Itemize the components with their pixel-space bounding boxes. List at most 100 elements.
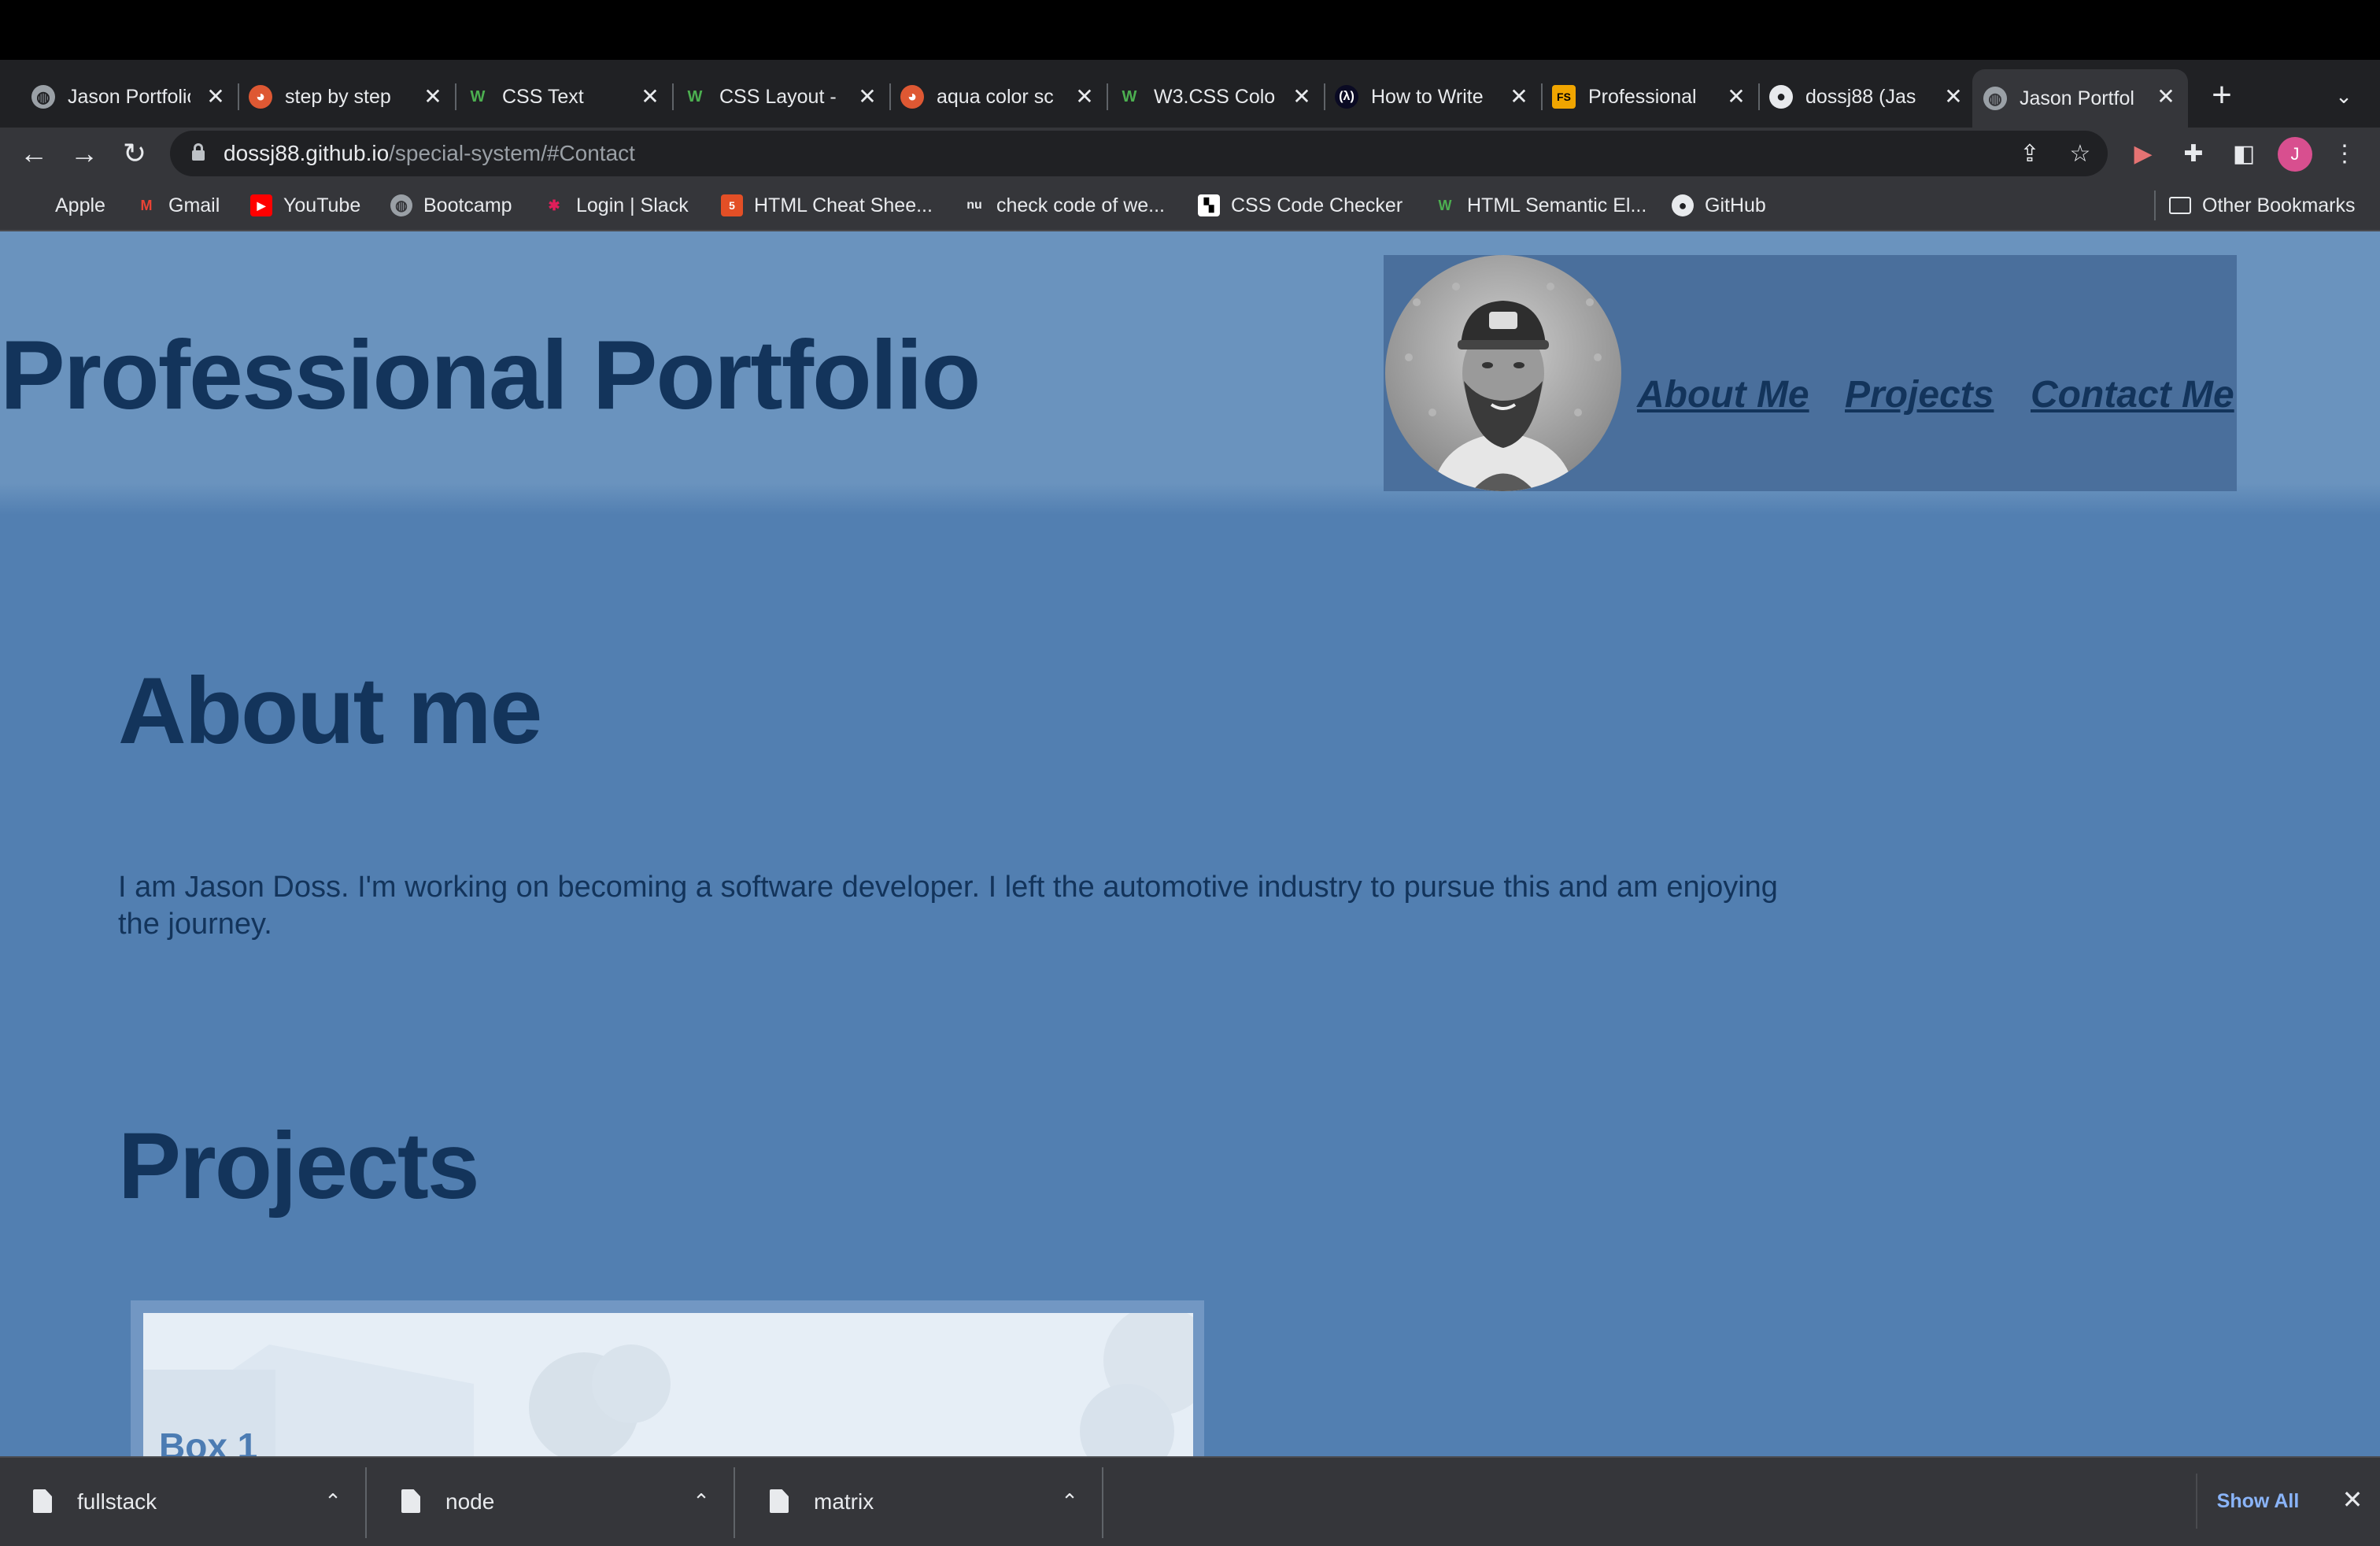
project-image: Box 1 <box>143 1313 1193 1456</box>
back-button[interactable]: ← <box>13 132 55 175</box>
w3schools-icon: W <box>687 87 703 105</box>
tab-4[interactable]: W CSS Layout - ✕ <box>672 69 891 124</box>
chevron-up-icon[interactable]: ⌃ <box>683 1483 719 1519</box>
download-item[interactable]: matrix ⌃ <box>737 1458 1103 1546</box>
project-card[interactable]: Box 1 <box>131 1300 1204 1456</box>
bookmark-apple[interactable]: Apple <box>22 179 105 231</box>
bookmark-label: CSS Code Checker <box>1231 194 1403 216</box>
apple-icon <box>22 194 44 216</box>
tab-title: CSS Text <box>502 85 584 108</box>
bookmark-check-code[interactable]: nu check code of we... <box>963 179 1165 231</box>
nav-projects-link[interactable]: Projects <box>1845 373 1994 416</box>
tab-10[interactable]: ◍ Jason Portfol ✕ <box>1972 69 2188 128</box>
site-nav: About Me Projects Contact Me <box>1384 255 2237 491</box>
url-text[interactable]: dossj88.github.io/special-system/#Contac… <box>224 141 635 166</box>
tab-strip: ◍ Jason Portfolio ✕ ◕ step by step ✕ W C… <box>0 60 2380 128</box>
close-icon[interactable]: ✕ <box>1939 82 1968 110</box>
close-icon[interactable]: ✕ <box>853 82 881 110</box>
side-panel-icon[interactable]: ◧ <box>2226 135 2262 172</box>
share-icon[interactable]: ⇪ <box>2013 137 2046 170</box>
lock-icon <box>192 143 205 161</box>
forward-button[interactable]: → <box>63 132 105 175</box>
window-top-bar <box>0 0 2380 60</box>
tab-5[interactable]: ◕ aqua color sc ✕ <box>889 69 1108 124</box>
profile-avatar[interactable]: J <box>2278 137 2312 172</box>
address-bar[interactable]: dossj88.github.io/special-system/#Contac… <box>170 131 2108 176</box>
bookmark-bootcamp[interactable]: ◍ Bootcamp <box>390 179 512 231</box>
url-host: dossj88.github.io <box>224 141 390 165</box>
tab-title: How to Write <box>1371 85 1484 108</box>
menu-kebab-icon[interactable]: ⋮ <box>2326 135 2363 172</box>
other-bookmarks[interactable]: Other Bookmarks <box>2169 179 2356 231</box>
file-icon <box>401 1489 420 1513</box>
profile-photo <box>1385 255 1621 491</box>
code-checker-icon: ▚ <box>1198 194 1220 216</box>
globe-icon: ◍ <box>31 85 55 109</box>
download-shelf: fullstack ⌃ node ⌃ matrix ⌃ Show All ✕ <box>0 1456 2380 1546</box>
bookmark-label: YouTube <box>283 194 361 216</box>
w3schools-icon: W <box>1438 197 1452 213</box>
project-box-label: Box 1 <box>159 1426 258 1456</box>
extensions-puzzle-icon[interactable]: ✚ <box>2175 135 2212 172</box>
folder-icon <box>2169 197 2191 214</box>
bookmark-youtube[interactable]: ▶ YouTube <box>250 179 360 231</box>
tab-title: Jason Portfol <box>2020 87 2134 109</box>
download-divider <box>1102 1467 1103 1538</box>
w3schools-icon: W <box>470 87 486 105</box>
download-item[interactable]: node ⌃ <box>368 1458 735 1546</box>
tab-8[interactable]: FS Professional ✕ <box>1541 69 1760 124</box>
site-header: Professional Portfolio About Me Projects… <box>0 231 2380 515</box>
bookmark-gmail[interactable]: M Gmail <box>135 179 220 231</box>
tab-title: dossj88 (Jas <box>1805 85 1916 108</box>
globe-icon: ◍ <box>390 194 412 216</box>
tab-search-chevron-icon[interactable]: ⌄ <box>2326 79 2361 113</box>
tab-title: W3.CSS Colo <box>1154 85 1276 108</box>
bookmark-github[interactable]: ● GitHub <box>1672 179 1766 231</box>
bookmark-slack[interactable]: ✱ Login | Slack <box>543 179 689 231</box>
bookmark-css-code-checker[interactable]: ▚ CSS Code Checker <box>1198 179 1402 231</box>
slack-icon: ✱ <box>548 197 560 213</box>
tab-1[interactable]: ◍ Jason Portfolio ✕ <box>20 69 239 124</box>
tab-title: Jason Portfolio <box>68 85 190 108</box>
globe-icon: ◍ <box>1983 87 2007 110</box>
close-icon[interactable]: ✕ <box>419 82 447 110</box>
chevron-up-icon[interactable]: ⌃ <box>315 1483 351 1519</box>
tab-2[interactable]: ◕ step by step ✕ <box>238 69 456 124</box>
duckduckgo-icon: ◕ <box>900 85 924 109</box>
bookmark-html-semantic[interactable]: W HTML Semantic El... <box>1434 179 1647 231</box>
about-heading: About me <box>118 658 542 764</box>
close-icon[interactable]: ✕ <box>2152 82 2180 110</box>
close-icon[interactable]: ✕ <box>1505 82 1533 110</box>
close-icon[interactable]: ✕ <box>1288 82 1316 110</box>
nav-contact-me-link[interactable]: Contact Me <box>2031 373 2234 416</box>
download-item[interactable]: fullstack ⌃ <box>0 1458 367 1546</box>
download-filename: matrix <box>814 1489 874 1514</box>
freecodecamp-icon: (λ) <box>1335 85 1358 109</box>
bookmark-label: HTML Cheat Shee... <box>754 194 933 216</box>
extension-record-icon[interactable]: ▶ <box>2125 135 2161 172</box>
bookmark-star-icon[interactable]: ☆ <box>2064 137 2097 170</box>
page-viewport: Professional Portfolio About Me Projects… <box>0 231 2380 1456</box>
html5-icon: 5 <box>721 194 743 216</box>
nav-about-me-link[interactable]: About Me <box>1637 373 1809 416</box>
github-icon: ● <box>1769 85 1793 109</box>
nu-icon: nu <box>966 198 982 212</box>
close-icon[interactable]: ✕ <box>201 82 230 110</box>
show-all-button[interactable]: Show All <box>2196 1474 2319 1529</box>
close-icon[interactable]: ✕ <box>636 82 664 110</box>
close-icon[interactable]: ✕ <box>2334 1481 2371 1518</box>
tab-6[interactable]: W W3.CSS Colo ✕ <box>1107 69 1325 124</box>
bookmark-label: Login | Slack <box>576 194 689 216</box>
new-tab-button[interactable]: + <box>2202 76 2241 115</box>
tab-3[interactable]: W CSS Text ✕ <box>455 69 674 124</box>
bookmark-html-cheat-sheet[interactable]: 5 HTML Cheat Shee... <box>721 179 933 231</box>
projects-heading: Projects <box>118 1113 480 1219</box>
tab-9[interactable]: ● dossj88 (Jas ✕ <box>1758 69 1975 124</box>
chevron-up-icon[interactable]: ⌃ <box>1051 1483 1088 1519</box>
reload-button[interactable]: ↻ <box>113 132 156 175</box>
close-icon[interactable]: ✕ <box>1722 82 1750 110</box>
tab-7[interactable]: (λ) How to Write ✕ <box>1324 69 1543 124</box>
bookmarks-divider <box>2154 190 2156 220</box>
close-icon[interactable]: ✕ <box>1070 82 1099 110</box>
site-title: Professional Portfolio <box>0 321 981 430</box>
